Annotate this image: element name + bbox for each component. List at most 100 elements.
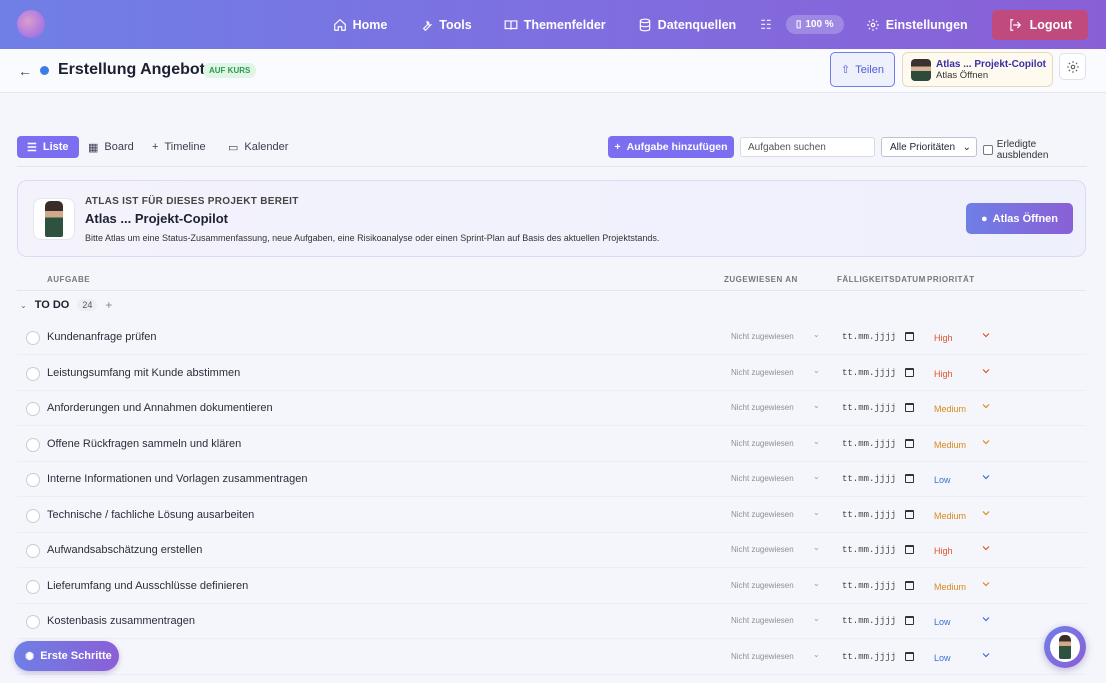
copilot-button[interactable]: Atlas ... Projekt-Copilot Atlas Öffnen — [902, 52, 1053, 87]
share-button[interactable]: ⇧ Teilen — [830, 52, 895, 87]
chevron-down-icon[interactable]: ⌄ — [813, 401, 820, 410]
chevron-down-icon[interactable]: ⌄ — [813, 472, 820, 481]
chevron-down-icon[interactable] — [980, 578, 992, 590]
onboarding-button[interactable]: ✺ Erste Schritte — [14, 641, 119, 671]
logout-button[interactable]: Logout — [991, 9, 1088, 40]
task-name[interactable]: Technische / fachliche Lösung ausarbeite… — [47, 509, 254, 521]
table-row[interactable]: …stlegenNicht zugewiesen⌄tt.mm.jjjjLow — [17, 640, 1086, 675]
task-list-icon[interactable]: ☷ — [752, 17, 780, 33]
assignee-select[interactable]: Nicht zugewiesen — [731, 368, 794, 377]
chevron-down-icon[interactable] — [980, 365, 992, 377]
chevron-down-icon[interactable]: ⌄ — [813, 437, 820, 446]
nav-tools[interactable]: Tools — [403, 0, 487, 49]
due-date-input[interactable]: tt.mm.jjjj — [842, 474, 896, 484]
task-name[interactable]: Lieferumfang und Ausschlüsse definieren — [47, 580, 248, 592]
zoom-control[interactable]: ▯ 100 % — [785, 15, 844, 34]
calendar-icon[interactable] — [905, 367, 914, 377]
chevron-down-icon[interactable] — [980, 649, 992, 661]
chevron-down-icon[interactable]: ⌄ — [813, 579, 820, 588]
calendar-icon[interactable] — [905, 651, 914, 661]
task-complete-checkbox[interactable] — [26, 437, 40, 452]
priority-label[interactable]: Medium — [934, 440, 966, 450]
table-row[interactable]: Kundenanfrage prüfen Nicht zugewiesen ⌄ tt.… — [17, 320, 1086, 355]
chevron-down-icon[interactable]: ⌄ — [20, 301, 27, 310]
calendar-icon[interactable] — [905, 580, 914, 590]
nav-themenfelder[interactable]: Themenfelder — [488, 0, 622, 49]
table-row[interactable]: Anforderungen und Annahmen dokumentieren… — [17, 391, 1086, 426]
chevron-down-icon[interactable] — [980, 329, 992, 341]
assignee-select[interactable]: Nicht zugewiesen — [731, 332, 794, 341]
due-date-input[interactable]: tt.mm.jjjj — [842, 439, 896, 449]
chevron-down-icon[interactable]: ⌄ — [813, 543, 820, 552]
due-date-input[interactable]: tt.mm.jjjj — [842, 403, 896, 413]
atlas-open-button[interactable]: ● Atlas Öffnen — [966, 203, 1073, 234]
priority-filter-select[interactable]: Alle Prioritäten ⌄ — [881, 137, 977, 157]
calendar-icon[interactable] — [905, 332, 914, 341]
task-name[interactable]: Kundenanfrage prüfen — [47, 331, 156, 343]
task-complete-checkbox[interactable] — [26, 615, 40, 629]
table-row[interactable]: Leistungsumfang mit Kunde abstimmen Nicht… — [17, 356, 1086, 391]
table-row[interactable]: Technische / fachliche Lösung ausarbeite… — [17, 498, 1086, 533]
column-header-task[interactable]: AUFGABE — [47, 275, 90, 284]
task-name[interactable]: Aufwandsabschätzung erstellen — [47, 544, 202, 556]
calendar-icon[interactable] — [905, 438, 914, 448]
priority-label[interactable]: Medium — [934, 582, 966, 592]
tab-timeline[interactable]: + Timeline — [152, 136, 206, 158]
due-date-input[interactable]: tt.mm.jjjj — [842, 616, 896, 626]
priority-label[interactable]: Low — [934, 475, 951, 485]
task-group-header[interactable]: ⌄ TO DO 24 + — [20, 298, 112, 312]
assignee-select[interactable]: Nicht zugewiesen — [731, 581, 794, 590]
assignee-select[interactable]: Nicht zugewiesen — [731, 403, 794, 412]
task-complete-checkbox[interactable] — [26, 331, 40, 345]
priority-label[interactable]: High — [934, 369, 953, 379]
priority-label[interactable]: High — [934, 333, 953, 343]
assignee-select[interactable]: Nicht zugewiesen — [731, 474, 794, 483]
priority-label[interactable]: High — [934, 546, 953, 556]
tab-board[interactable]: ▦ Board — [88, 136, 134, 158]
column-header-priority[interactable]: PRIORITÄT — [927, 275, 975, 284]
due-date-input[interactable]: tt.mm.jjjj — [842, 368, 896, 378]
tab-kalender[interactable]: ▭ Kalender — [228, 136, 288, 158]
chevron-down-icon[interactable] — [980, 436, 992, 448]
hide-done-toggle[interactable]: Erledigte ausblenden — [983, 139, 1087, 161]
assignee-select[interactable]: Nicht zugewiesen — [731, 652, 794, 661]
chevron-down-icon[interactable]: ⌄ — [813, 508, 820, 517]
chevron-down-icon[interactable] — [980, 613, 992, 625]
task-name[interactable]: Offene Rückfragen sammeln und klären — [47, 438, 241, 450]
calendar-icon[interactable] — [905, 474, 914, 483]
calendar-icon[interactable] — [905, 403, 914, 412]
table-row[interactable]: Interne Informationen und Vorlagen zusam… — [17, 462, 1086, 497]
atlas-chat-fab[interactable] — [1044, 626, 1086, 668]
task-complete-checkbox[interactable] — [26, 508, 40, 523]
task-name[interactable]: Anforderungen und Annahmen dokumentieren — [47, 402, 273, 414]
chevron-down-icon[interactable] — [980, 507, 992, 519]
due-date-input[interactable]: tt.mm.jjjj — [842, 510, 896, 520]
chevron-down-icon[interactable] — [980, 542, 992, 554]
column-header-due[interactable]: FÄLLIGKEITSDATUM — [837, 275, 926, 284]
hide-done-checkbox[interactable] — [983, 145, 993, 155]
nav-home[interactable]: Home — [317, 0, 404, 49]
table-row[interactable]: Aufwandsabschätzung erstellen Nicht zugew… — [17, 533, 1086, 568]
priority-label[interactable]: Medium — [934, 404, 966, 414]
task-complete-checkbox[interactable] — [26, 366, 40, 381]
calendar-icon[interactable] — [905, 616, 914, 625]
chevron-down-icon[interactable]: ⌄ — [813, 366, 820, 375]
app-logo[interactable] — [17, 10, 45, 38]
back-arrow-icon[interactable]: ← — [18, 63, 32, 79]
group-add-button[interactable]: + — [105, 298, 112, 312]
assignee-select[interactable]: Nicht zugewiesen — [731, 545, 794, 554]
task-complete-checkbox[interactable] — [26, 579, 40, 594]
due-date-input[interactable]: tt.mm.jjjj — [842, 332, 896, 342]
due-date-input[interactable]: tt.mm.jjjj — [842, 545, 896, 555]
table-row[interactable]: Kostenbasis zusammentragen Nicht zugewies… — [17, 604, 1086, 639]
priority-label[interactable]: Medium — [934, 511, 966, 521]
priority-label[interactable]: Low — [934, 617, 951, 627]
tab-liste[interactable]: ☰ Liste — [17, 136, 79, 158]
chevron-down-icon[interactable] — [980, 400, 992, 412]
nav-datenquellen[interactable]: Datenquellen — [622, 0, 753, 49]
calendar-icon[interactable] — [905, 545, 914, 554]
chevron-down-icon[interactable] — [980, 471, 992, 483]
task-complete-checkbox[interactable] — [26, 402, 40, 416]
table-row[interactable]: Lieferumfang und Ausschlüsse definieren N… — [17, 569, 1086, 604]
task-complete-checkbox[interactable] — [26, 473, 40, 487]
